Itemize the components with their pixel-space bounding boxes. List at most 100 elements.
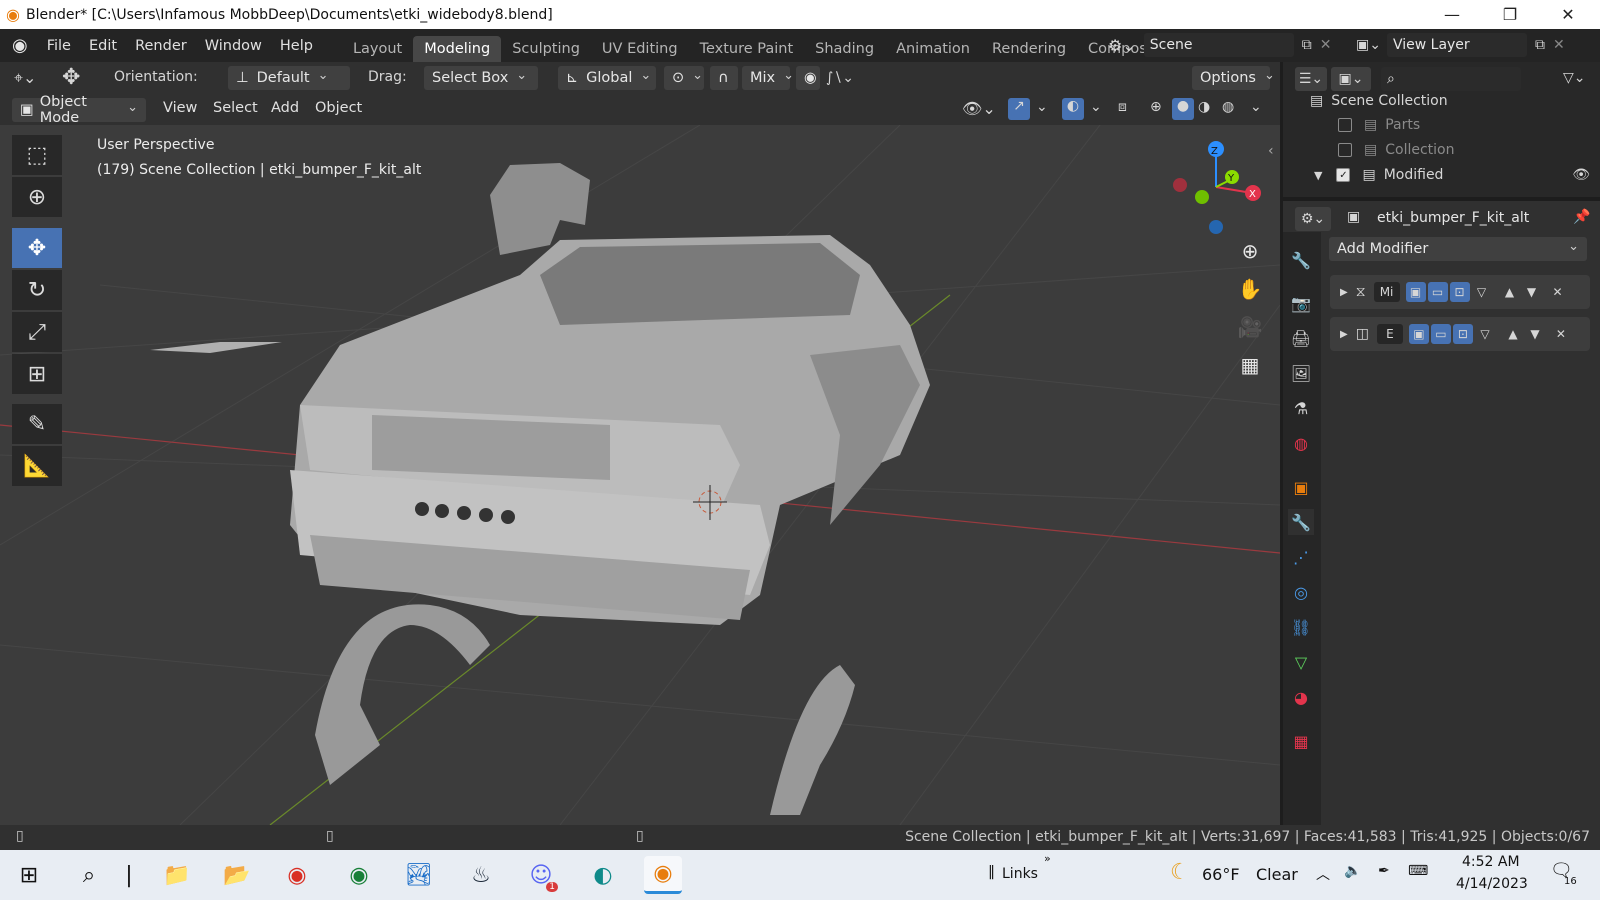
taskbar-app-edge[interactable]: ◐ [584, 856, 622, 894]
options-dropdown[interactable]: Options [1192, 66, 1270, 90]
cursor-tool[interactable]: ⊕ [12, 177, 62, 217]
links-expand-icon[interactable]: » [1044, 852, 1051, 865]
tab-output[interactable]: 🖨 [1288, 325, 1314, 351]
outliner-row-collection[interactable]: ▤ Collection [1338, 138, 1454, 162]
search-button[interactable]: ⌕ [70, 856, 108, 894]
move-down-button[interactable]: ▼ [1525, 324, 1545, 344]
tab-texture-paint[interactable]: Texture Paint [689, 36, 805, 62]
tab-texture[interactable]: ▦ [1288, 728, 1314, 754]
transform-tool[interactable]: ⊞ [12, 354, 62, 394]
start-button[interactable]: ⊞ [10, 856, 48, 894]
move-down-button[interactable]: ▼ [1522, 282, 1542, 302]
select-box-tool[interactable]: ⬚ [12, 135, 62, 175]
pivot-dropdown[interactable]: ⊙ [664, 66, 704, 90]
properties-editor-type-icon[interactable]: ⚙⌄ [1295, 207, 1331, 231]
tab-particles[interactable]: ⋰ [1288, 544, 1314, 570]
transform-orientation-dropdown[interactable]: ⊾ Global [558, 66, 656, 90]
ortho-toggle-button[interactable]: ▦ [1230, 347, 1270, 383]
minimize-button[interactable]: — [1424, 0, 1480, 29]
outliner-row-modified[interactable]: ▼ ✓ ▤ Modified 👁 [1314, 163, 1590, 187]
material-shading-icon[interactable]: ◑ [1198, 99, 1210, 115]
visibility-eye-icon[interactable]: 👁⌄ [962, 99, 996, 118]
tab-object[interactable]: ▣ [1288, 474, 1314, 500]
orientation-dropdown[interactable]: ⊥ Default [228, 66, 350, 90]
shading-dropdown-icon[interactable]: ⌄ [1250, 99, 1262, 115]
weather-condition[interactable]: Clear [1256, 865, 1298, 884]
measure-tool[interactable]: 📐 [12, 446, 62, 486]
tab-modifiers[interactable]: 🔧 [1288, 509, 1314, 535]
tab-physics[interactable]: ◎ [1288, 579, 1314, 605]
taskbar-app-steam[interactable]: ♨ [462, 856, 500, 894]
annotate-tool[interactable]: ✎ [12, 404, 62, 444]
tab-modeling[interactable]: Modeling [413, 36, 502, 62]
delete-scene-icon[interactable]: ✕ [1320, 37, 1332, 53]
render-toggle[interactable]: ⊡ [1449, 282, 1470, 302]
tray-chevron-icon[interactable]: ︿ [1316, 864, 1330, 884]
zoom-button[interactable]: ⊕ [1230, 233, 1270, 269]
taskbar-app-discord[interactable]: ☺ 1 [522, 856, 560, 894]
eye-icon[interactable]: 👁 [1572, 167, 1590, 183]
pan-button[interactable]: ✋ [1230, 271, 1270, 307]
taskbar-app-files[interactable]: 📁 [158, 856, 196, 894]
outliner-row-scene-collection[interactable]: ▤ Scene Collection [1310, 89, 1448, 113]
display-mode-icon[interactable]: ▣⌄ [1331, 67, 1371, 91]
taskbar-app-photos[interactable]: 🏞 [400, 856, 438, 894]
menu-file[interactable]: File [38, 38, 80, 54]
cage-toggle[interactable]: ▽ [1472, 282, 1492, 302]
remove-modifier-button[interactable]: ✕ [1548, 282, 1568, 302]
close-button[interactable]: ✕ [1540, 0, 1596, 29]
menu-edit[interactable]: Edit [80, 38, 126, 54]
exclude-checkbox[interactable] [1338, 118, 1352, 132]
outliner-editor-type-icon[interactable]: ☰⌄ [1295, 67, 1327, 91]
add-modifier-dropdown[interactable]: Add Modifier [1329, 237, 1587, 261]
mode-dropdown[interactable]: ▣ Object Mode [12, 94, 146, 126]
tab-material[interactable]: ◕ [1288, 684, 1314, 710]
tab-layout[interactable]: Layout [342, 36, 413, 62]
fender-flare-front-left-mesh[interactable] [315, 604, 490, 785]
tab-constraints[interactable]: ⛓ [1288, 614, 1314, 640]
pen-icon[interactable]: ✒ [1378, 863, 1390, 879]
clock-time[interactable]: 4:52 AM [1462, 854, 1520, 870]
pin-icon[interactable]: 📌 [1573, 209, 1590, 225]
xray-toggle-icon[interactable]: ⧈ [1118, 99, 1127, 115]
tab-animation[interactable]: Animation [885, 36, 981, 62]
outliner-row-parts[interactable]: ▤ Parts [1338, 113, 1420, 137]
floating-plane-mesh[interactable] [150, 342, 282, 353]
wireframe-shading-icon[interactable]: ⊕ [1150, 99, 1162, 115]
menu-view[interactable]: View [154, 100, 206, 116]
volume-icon[interactable]: 🔈 [1344, 863, 1361, 879]
delete-view-layer-icon[interactable]: ✕ [1553, 37, 1565, 53]
gizmo-toggle-icon[interactable]: ↗ [1008, 98, 1030, 120]
tab-view-layer[interactable]: 🖼 [1288, 360, 1314, 386]
cage-toggle[interactable]: ▽ [1475, 324, 1495, 344]
expand-arrow-icon[interactable]: ▶ [1340, 287, 1348, 298]
move-up-button[interactable]: ▲ [1503, 324, 1523, 344]
move-up-button[interactable]: ▲ [1500, 282, 1520, 302]
tab-scene[interactable]: ⚗ [1288, 395, 1314, 421]
modifier-row-mirror[interactable]: ▶ ⧖ Mi ▣ ▭ ⊡ ▽ ▲ ▼ ✕ [1330, 275, 1590, 309]
restore-button[interactable]: ❐ [1482, 0, 1538, 29]
modifier-name-field[interactable]: Mi [1373, 282, 1400, 302]
include-checkbox[interactable]: ✓ [1336, 168, 1351, 182]
expand-arrow-icon[interactable]: ▼ [1314, 169, 1322, 182]
viewport-toggle[interactable]: ▭ [1427, 282, 1448, 302]
render-toggle[interactable]: ⊡ [1452, 324, 1473, 344]
move-tool[interactable]: ✥ [12, 228, 62, 268]
tab-render[interactable]: 📷 [1288, 290, 1314, 316]
3d-viewport[interactable]: Z X Y User Perspective (179) Scene Colle… [0, 125, 1280, 825]
fender-flare-front-right-mesh[interactable] [770, 665, 855, 815]
menu-object[interactable]: Object [306, 100, 371, 116]
car-body-mesh[interactable] [290, 235, 930, 625]
view-layer-icon[interactable]: ▣⌄ [1356, 37, 1381, 53]
outliner-search-input[interactable]: ⌕ [1381, 67, 1521, 91]
menu-window[interactable]: Window [196, 38, 271, 54]
snap-toggle[interactable]: ∩ [710, 66, 738, 90]
clock-date[interactable]: 4/14/2023 [1456, 876, 1528, 892]
links-toolbar[interactable]: Links [1002, 866, 1038, 882]
overlay-toggle-icon[interactable]: ◐ [1062, 98, 1084, 120]
taskbar-app-chrome[interactable]: ◉ [278, 856, 316, 894]
camera-view-button[interactable]: 🎥 [1230, 309, 1270, 345]
tab-rendering[interactable]: Rendering [981, 36, 1077, 62]
menu-render[interactable]: Render [126, 38, 196, 54]
tab-data[interactable]: ▽ [1288, 649, 1314, 675]
